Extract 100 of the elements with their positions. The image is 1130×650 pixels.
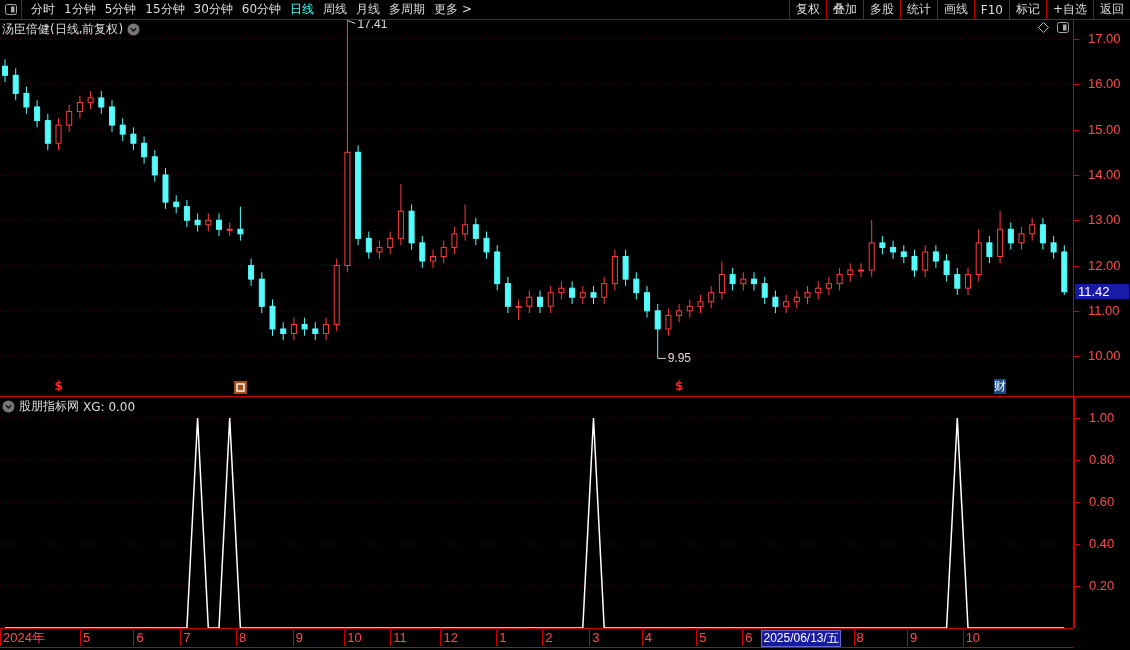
candlestick bbox=[633, 271, 640, 300]
toolbar-button[interactable]: 标记 bbox=[1008, 0, 1046, 20]
toolbar-button[interactable]: 返回 bbox=[1093, 0, 1130, 20]
candlestick bbox=[708, 285, 715, 310]
axis-label: 1.00 bbox=[1089, 410, 1115, 426]
period-tab[interactable]: 5分钟 bbox=[104, 1, 137, 18]
toolbar-button[interactable]: 多股 bbox=[862, 0, 900, 20]
candlestick bbox=[1039, 217, 1046, 251]
candlestick bbox=[440, 240, 447, 264]
candlestick bbox=[1061, 244, 1068, 296]
period-tab[interactable]: 日线 bbox=[290, 1, 315, 18]
candlestick bbox=[109, 99, 115, 133]
candlestick bbox=[55, 117, 62, 151]
candlestick bbox=[312, 321, 319, 341]
candlestick bbox=[23, 86, 30, 115]
time-axis-label: 2 bbox=[542, 630, 553, 646]
candlestick bbox=[269, 299, 276, 337]
time-axis-label: 9 bbox=[907, 630, 918, 646]
finance-marker[interactable]: 财 bbox=[994, 379, 1007, 394]
period-tab[interactable]: 分时 bbox=[31, 1, 55, 18]
candlestick bbox=[323, 317, 329, 341]
candlestick bbox=[290, 317, 297, 341]
annotation: 9.95 bbox=[667, 351, 692, 366]
time-axis-label: 6 bbox=[133, 630, 144, 646]
candlestick bbox=[98, 90, 105, 115]
candlestick bbox=[1029, 217, 1036, 242]
candlestick bbox=[2, 58, 8, 83]
candlestick bbox=[66, 104, 73, 133]
period-tab[interactable]: 30分钟 bbox=[193, 1, 233, 18]
panel-toggle-icon[interactable] bbox=[1057, 22, 1069, 33]
candlestick bbox=[248, 258, 255, 287]
candlestick bbox=[408, 203, 415, 251]
candlestick bbox=[216, 212, 222, 237]
cursor-date-label: 2025/06/13/五 bbox=[761, 630, 841, 647]
time-axis-label: 10 bbox=[962, 630, 981, 646]
time-axis-label: 10 bbox=[344, 630, 362, 646]
time-axis-label: 8 bbox=[236, 630, 247, 646]
time-axis-label: 3 bbox=[589, 630, 600, 646]
candlestick bbox=[34, 99, 41, 128]
candlestick bbox=[569, 280, 576, 305]
candlestick bbox=[237, 206, 244, 242]
price-annotation: 17.41 bbox=[346, 20, 388, 32]
last-price-label: 11.42 bbox=[1075, 283, 1129, 299]
chevron-down-icon[interactable] bbox=[2, 400, 15, 413]
candlestick bbox=[676, 303, 683, 323]
time-axis-label: 8 bbox=[853, 630, 864, 646]
axis-label: 16.00 bbox=[1088, 76, 1121, 93]
candlestick bbox=[365, 231, 372, 260]
period-tab[interactable]: 周线 bbox=[323, 1, 348, 18]
period-tab[interactable]: 15分钟 bbox=[145, 1, 185, 18]
candlestick bbox=[804, 285, 811, 305]
candlestick bbox=[183, 199, 190, 228]
candlestick bbox=[462, 203, 469, 242]
candlestick bbox=[772, 289, 779, 314]
period-tab[interactable]: 1分钟 bbox=[64, 1, 96, 18]
candlestick bbox=[504, 276, 511, 314]
candlestick bbox=[151, 149, 158, 183]
chevron-down-icon[interactable] bbox=[127, 23, 141, 36]
annotation: 17.41 bbox=[357, 17, 388, 32]
axis-label: 0.60 bbox=[1089, 494, 1115, 510]
candlestick bbox=[472, 217, 479, 246]
axis-label: 14.00 bbox=[1088, 166, 1121, 183]
toolbar-button[interactable]: 复权 bbox=[788, 0, 826, 20]
axis-label: 17.00 bbox=[1088, 31, 1121, 47]
toolbar-button[interactable]: F10 bbox=[973, 0, 1009, 20]
indicator-title: 股朋指标网 bbox=[19, 398, 79, 415]
square-marker-icon[interactable] bbox=[234, 381, 248, 394]
time-axis-label: 11 bbox=[390, 630, 407, 646]
candlestick bbox=[119, 117, 126, 142]
price-annotation: 9.95 bbox=[657, 351, 692, 366]
dividend-marker[interactable]: $ bbox=[675, 379, 684, 394]
period-tab[interactable]: 更多 > bbox=[434, 1, 472, 18]
candlestick bbox=[558, 280, 565, 300]
toolbar-button[interactable]: 统计 bbox=[899, 0, 937, 20]
period-tab[interactable]: 多周期 bbox=[389, 1, 426, 18]
candlestick bbox=[162, 167, 169, 210]
candlestick bbox=[537, 289, 543, 314]
candlestick bbox=[76, 95, 83, 119]
candlestick bbox=[847, 262, 854, 282]
candlestick bbox=[911, 249, 918, 278]
period-tab[interactable]: 月线 bbox=[356, 1, 381, 18]
time-axis-label: 7 bbox=[180, 630, 191, 646]
time-axis-label: 12 bbox=[440, 630, 458, 646]
diamond-icon[interactable] bbox=[1038, 22, 1049, 33]
candlestick bbox=[644, 285, 650, 319]
panel-toggle-icon[interactable] bbox=[4, 4, 17, 15]
toolbar-button[interactable]: 叠加 bbox=[825, 0, 863, 20]
candlestick bbox=[141, 135, 148, 165]
candlestick bbox=[740, 271, 747, 291]
axis-label: 0.80 bbox=[1089, 452, 1115, 468]
period-tab[interactable]: 60分钟 bbox=[241, 1, 282, 18]
candlestick bbox=[815, 280, 822, 300]
toolbar-button[interactable]: +自选 bbox=[1045, 0, 1093, 20]
candlestick bbox=[879, 235, 886, 255]
toolbar-button[interactable]: 画线 bbox=[936, 0, 974, 20]
dividend-marker[interactable]: $ bbox=[54, 379, 63, 394]
candlestick bbox=[515, 299, 522, 321]
candlestick bbox=[943, 253, 950, 282]
candlestick bbox=[751, 271, 757, 291]
time-axis-label: 5 bbox=[696, 630, 707, 646]
